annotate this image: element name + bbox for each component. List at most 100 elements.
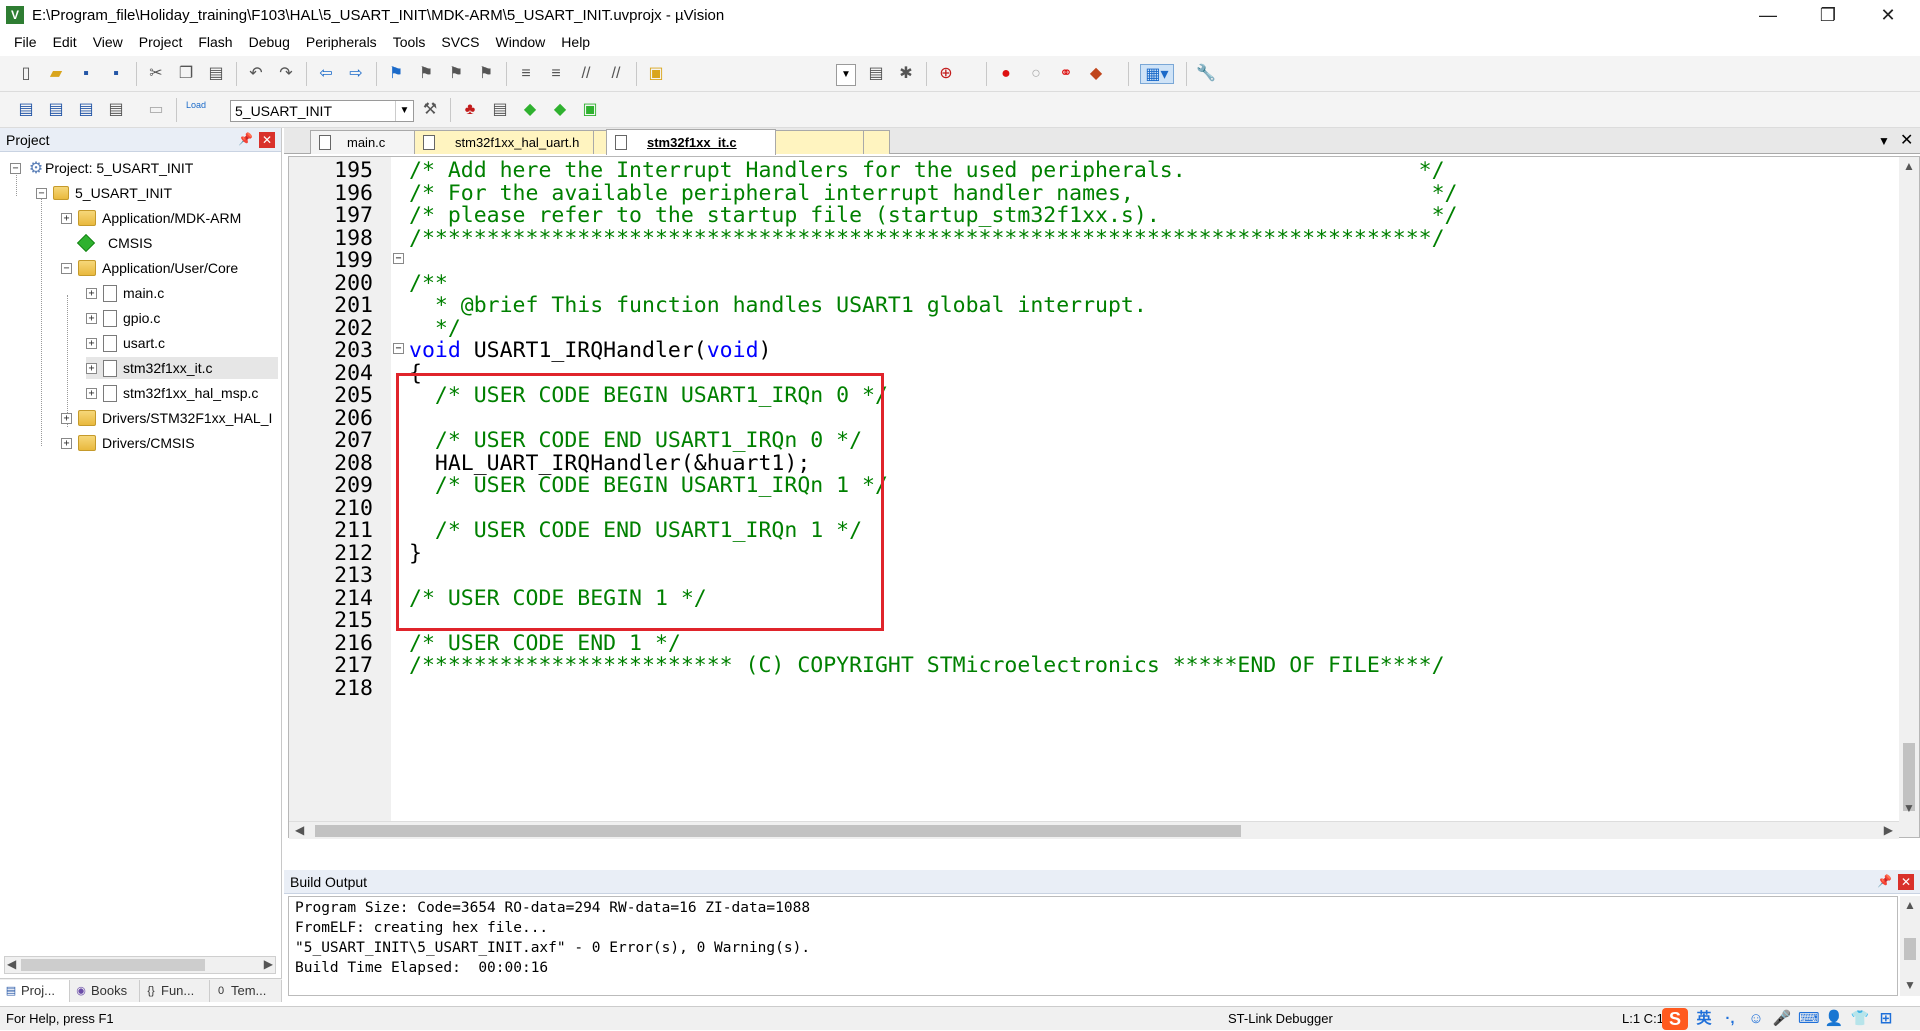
navigate-forward-icon[interactable]: ⇨ [346,64,366,84]
tab-it-c[interactable]: stm32f1xx_it.c [606,129,776,155]
tree-item-file-main[interactable]: + main.c [86,282,164,304]
manage-project-items-icon[interactable]: ♣ [460,100,480,120]
next-bookmark-icon[interactable]: ⚑ [446,64,466,84]
punctuation-icon[interactable]: ·, [1720,1009,1740,1029]
disable-all-breakpoints-icon[interactable]: ⚭ [1056,64,1076,84]
tree-item-group-mdk-arm[interactable]: + Application/MDK-ARM [61,207,241,229]
expand-icon[interactable]: + [61,212,72,224]
window-layout-icon[interactable]: ▦▾ [1140,64,1174,84]
keyboard-icon[interactable]: ⌨ [1798,1009,1820,1029]
stop-build-icon[interactable]: ▭ [146,100,166,120]
debug-session-icon[interactable]: ⊕ [936,64,956,84]
configure-icon[interactable]: 🔧 [1196,64,1216,84]
tree-item-project-root[interactable]: − ⚙ Project: 5_USART_INIT [10,157,193,179]
tab-functions[interactable]: {} Fun... [140,979,210,1002]
load-icon[interactable]: Load [186,100,206,120]
scroll-down-icon[interactable]: ▼ [1903,801,1915,815]
cut-icon[interactable]: ✂ [146,64,166,84]
ime-logo-icon[interactable]: S [1662,1008,1688,1030]
disable-breakpoint-icon[interactable]: ○ [1026,64,1046,84]
editor-vertical-scrollbar[interactable]: ▲ ▼ [1899,157,1919,837]
scroll-right-icon[interactable]: ▶ [1884,823,1893,837]
menu-debug[interactable]: Debug [241,34,298,50]
pin-icon[interactable]: 📌 [238,132,253,146]
expand-icon[interactable]: + [86,287,97,299]
tree-item-cmsis[interactable]: CMSIS [76,232,152,254]
uncomment-icon[interactable]: // [606,64,626,84]
menu-edit[interactable]: Edit [45,34,85,50]
close-tab-icon[interactable]: ✕ [1900,130,1913,150]
new-file-icon[interactable]: ▯ [16,64,36,84]
scroll-down-icon[interactable]: ▼ [1904,978,1916,992]
expand-icon[interactable]: + [86,312,97,324]
close-window-button[interactable]: ✕ [1860,0,1916,30]
build-output-text[interactable]: Program Size: Code=3654 RO-data=294 RW-d… [288,896,1898,996]
tab-main-c[interactable]: main.c [310,130,430,154]
find-combo-dropdown-icon[interactable]: ▼ [836,64,856,86]
fold-collapse-icon[interactable]: − [393,343,404,354]
menu-project[interactable]: Project [131,34,191,50]
menu-flash[interactable]: Flash [190,34,240,50]
minimize-button[interactable]: — [1740,0,1796,30]
code-editor[interactable]: 195 196 197 198 199 200 201 202 203 204 205 206 207 2… [288,156,1920,839]
indent-icon[interactable]: ≡ [516,64,536,84]
clear-bookmarks-icon[interactable]: ⚑ [476,64,496,84]
tab-templates[interactable]: 0 Tem... [210,979,282,1002]
menu-svcs[interactable]: SVCS [433,34,487,50]
menu-tools[interactable]: Tools [385,34,434,50]
emoji-icon[interactable]: ☺ [1746,1009,1766,1029]
incremental-find-icon[interactable]: ✱ [896,64,916,84]
select-packs-icon[interactable]: ▤ [490,100,510,120]
tree-item-file-usart[interactable]: + usart.c [86,332,165,354]
scroll-up-icon[interactable]: ▲ [1904,898,1916,912]
restore-button[interactable]: ❐ [1800,0,1856,30]
skin-icon[interactable]: 👕 [1850,1009,1870,1029]
expand-icon[interactable]: + [61,412,72,424]
user-icon[interactable]: 👤 [1824,1009,1844,1029]
tree-item-group-hal-driver[interactable]: + Drivers/STM32F1xx_HAL_I [61,407,279,429]
tree-item-group-user-core[interactable]: − Application/User/Core [61,257,238,279]
tree-item-group-drivers-cmsis[interactable]: + Drivers/CMSIS [61,432,195,454]
paste-icon[interactable]: ▤ [206,64,226,84]
rebuild-icon[interactable]: ▤ [76,100,96,120]
tab-list-dropdown-icon[interactable]: ▼ [1878,134,1890,148]
pack-installer-icon[interactable]: ◆ [550,100,570,120]
redo-icon[interactable]: ↷ [276,64,296,84]
build-icon[interactable]: ▤ [46,100,66,120]
save-all-icon[interactable]: ▪ [106,64,126,84]
microphone-icon[interactable]: 🎤 [1772,1009,1792,1029]
settings-grid-icon[interactable]: ⊞ [1876,1009,1896,1029]
scroll-thumb[interactable] [1904,938,1916,960]
unindent-icon[interactable]: ≡ [546,64,566,84]
comment-icon[interactable]: // [576,64,596,84]
scroll-left-icon[interactable]: ◀ [295,823,304,837]
expand-icon[interactable]: + [86,362,97,374]
fold-collapse-icon[interactable]: − [393,253,404,264]
translate-icon[interactable]: ▤ [16,100,36,120]
find-icon[interactable]: ▤ [866,64,886,84]
build-vertical-scrollbar[interactable]: ▲ ▼ [1900,896,1920,996]
expand-icon[interactable]: + [86,337,97,349]
tree-item-target[interactable]: − 5_USART_INIT [36,182,172,204]
close-icon[interactable]: ✕ [259,132,275,148]
scroll-right-icon[interactable]: ▶ [264,957,273,971]
collapse-icon[interactable]: − [36,187,47,199]
menu-window[interactable]: Window [488,34,554,50]
editor-horizontal-scrollbar[interactable]: ◀ ▶ [289,821,1899,839]
menu-file[interactable]: File [6,34,45,50]
expand-icon[interactable]: + [61,437,72,449]
expand-icon[interactable]: + [86,387,97,399]
undo-icon[interactable]: ↶ [246,64,266,84]
navigate-back-icon[interactable]: ⇦ [316,64,336,84]
scroll-thumb[interactable] [315,825,1241,837]
menu-peripherals[interactable]: Peripherals [298,34,385,50]
scroll-thumb[interactable] [21,959,205,971]
batch-build-icon[interactable]: ▤ [106,100,126,120]
copy-icon[interactable]: ❐ [176,64,196,84]
menu-view[interactable]: View [85,34,131,50]
bookmark-icon[interactable]: ⚑ [386,64,406,84]
tab-books[interactable]: ◉ Books [70,979,140,1002]
tree-item-file-gpio[interactable]: + gpio.c [86,307,160,329]
menu-help[interactable]: Help [553,34,598,50]
tab-project[interactable]: ▤ Proj... [0,979,70,1002]
